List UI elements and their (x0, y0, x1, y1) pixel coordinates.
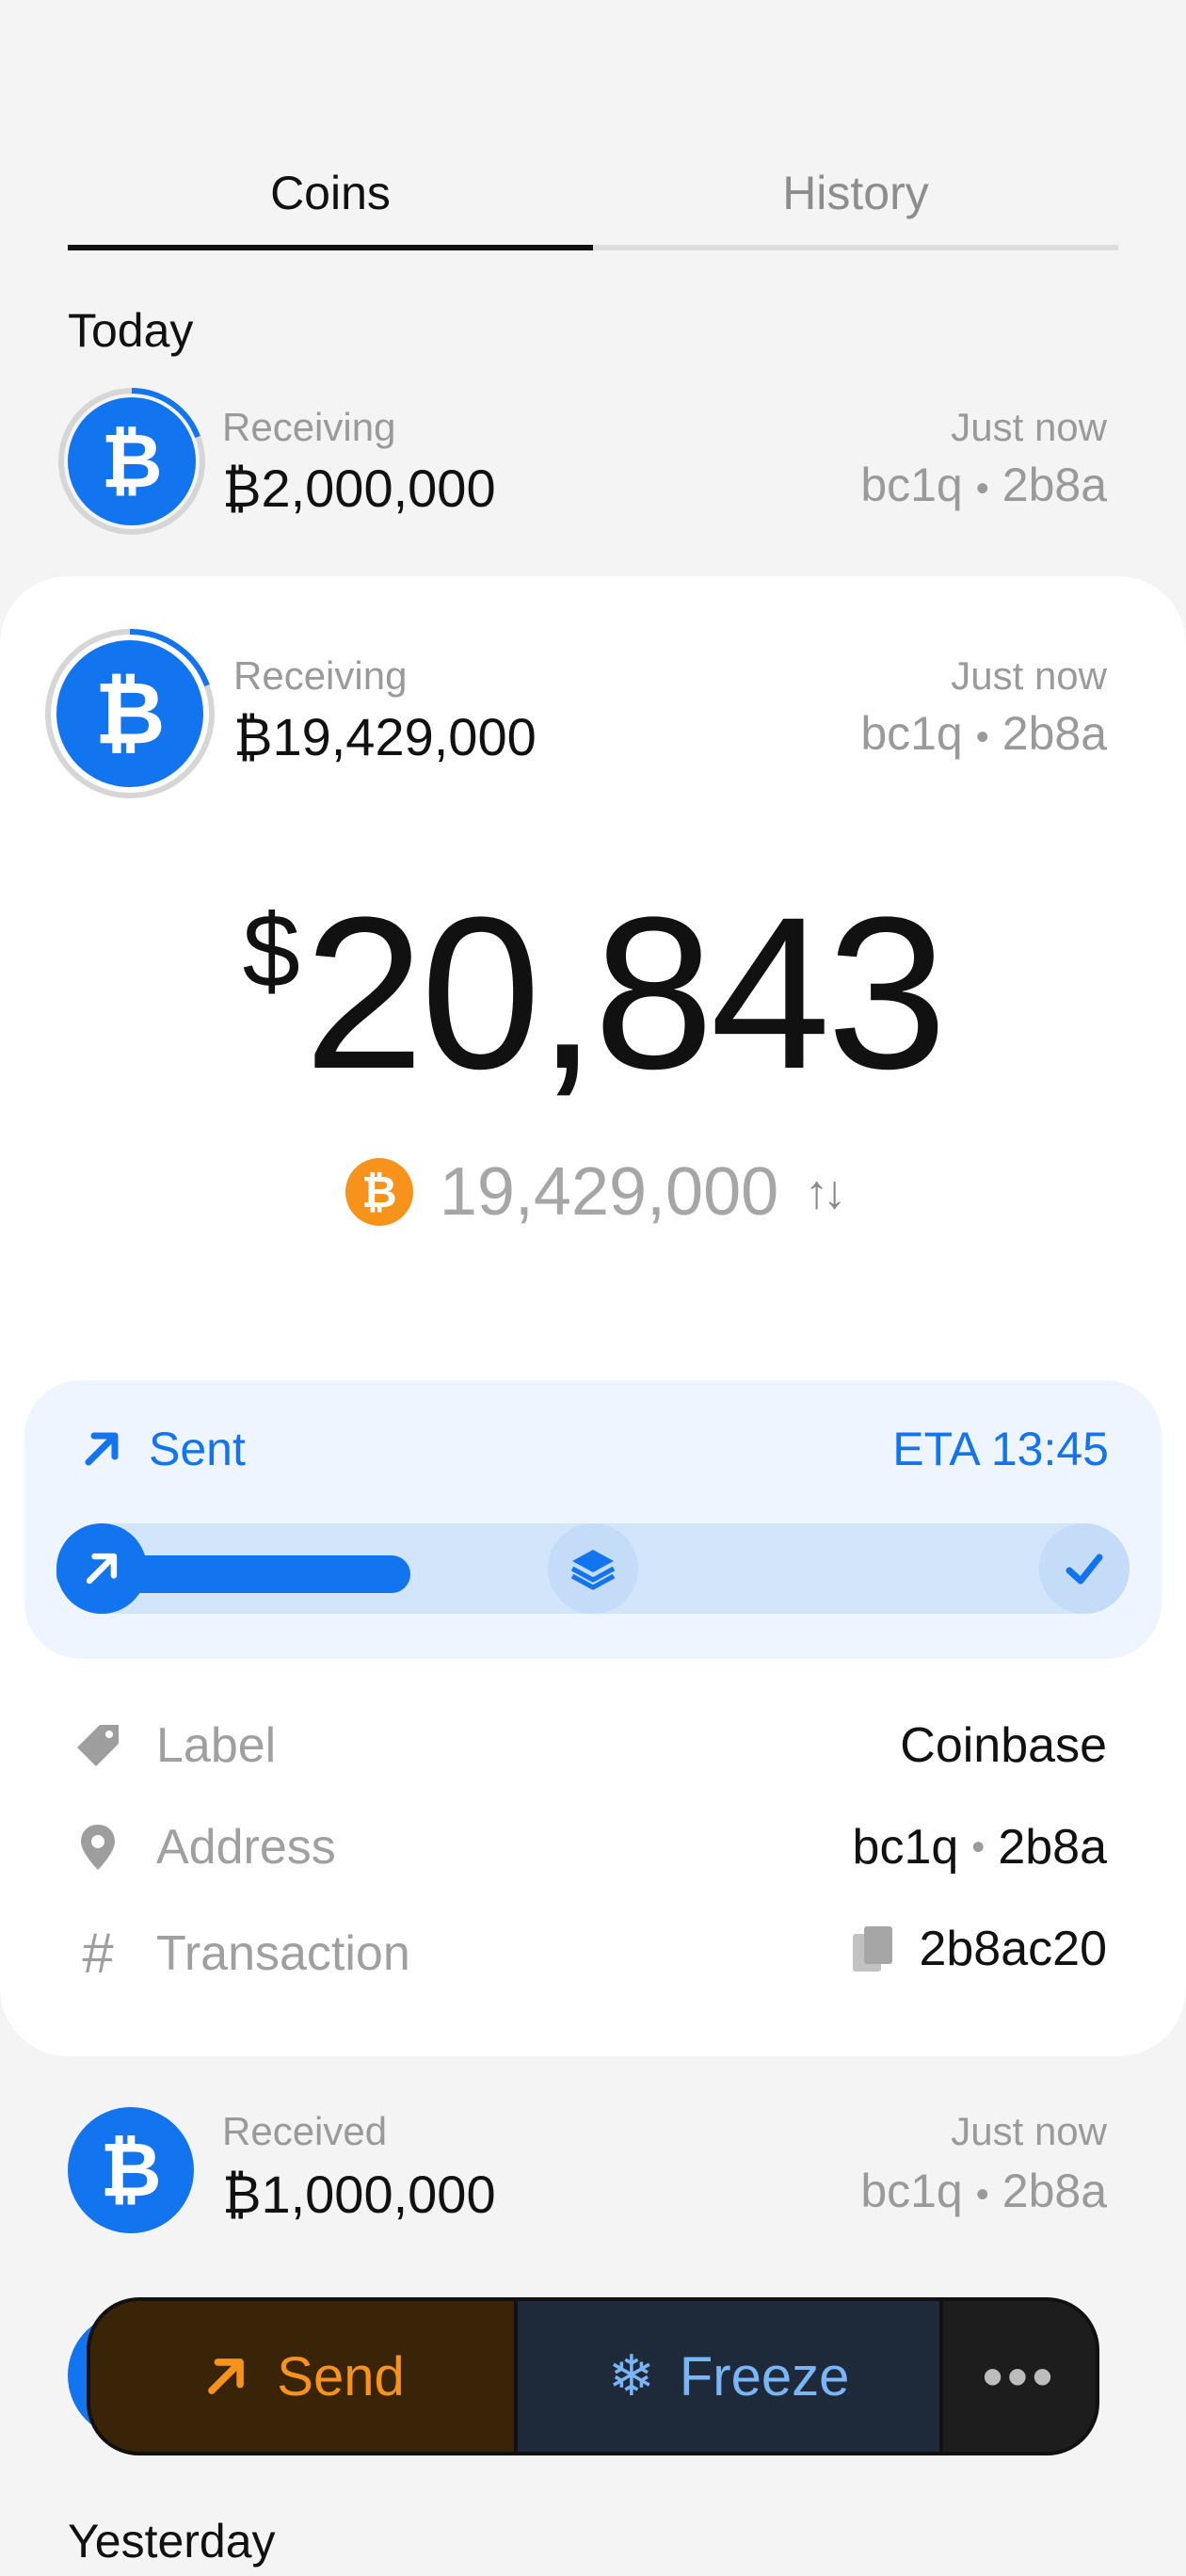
row-time: Just now (951, 653, 1107, 698)
status-panel: Sent ETA 13:45 (24, 1380, 1162, 1659)
bitcoin-icon: ₿ (56, 640, 203, 787)
address-prefix: bc1q (860, 459, 963, 511)
arrow-up-right-icon (208, 2359, 245, 2394)
detail-transaction-name: # Transaction (72, 1921, 410, 1986)
address-suffix: 2b8a (1002, 2165, 1107, 2217)
transaction-field-value: 2b8ac20 (849, 1921, 1107, 1977)
arrow-up-right-icon (85, 1432, 119, 1466)
send-button[interactable]: Send (90, 2301, 518, 2452)
detail-label-name: Label (72, 1717, 276, 1774)
separator-icon: • (971, 1826, 986, 1868)
freeze-button[interactable]: ❄ Freeze (518, 2301, 943, 2452)
separator-icon: • (975, 468, 989, 509)
more-icon: ••• (982, 2343, 1057, 2410)
copy-icon[interactable] (849, 1923, 898, 1975)
hash-icon: # (82, 1922, 114, 1985)
arrow-up-right-icon (86, 1553, 118, 1585)
detail-address-name: Address (72, 1819, 336, 1876)
address-field-name: Address (156, 1820, 336, 1875)
address-prefix: bc1q (860, 2165, 963, 2217)
transaction-row[interactable]: ₿ Received ₿1,000,000 Just now bc1q • 2b8a (0, 2100, 1186, 2260)
layers-icon (570, 1550, 616, 1590)
label-field-name: Label (156, 1718, 277, 1773)
row-time: Just now (951, 405, 1107, 449)
address-prefix: bc1q (860, 707, 963, 760)
section-today: Today (68, 304, 194, 357)
btc-amount-toggle[interactable]: ₿ 19,429,000 ↑↓ (0, 1153, 1186, 1231)
transaction-row[interactable]: ₿ Receiving ₿2,000,000 Just now bc1q • 2b8… (0, 377, 1186, 546)
tab-bar: Coins History (68, 141, 1118, 250)
more-button[interactable]: ••• (943, 2301, 1096, 2452)
transaction-field-name: Transaction (156, 1925, 410, 1981)
row-address: bc1q • 2b8a (860, 706, 1107, 761)
mempool-node-icon (548, 1523, 638, 1614)
label-field-value: Coinbase (900, 1718, 1107, 1773)
swap-arrows-icon: ↑↓ (805, 1166, 846, 1218)
address-suffix: 2b8a (998, 1820, 1107, 1875)
transaction-row-expanded[interactable]: ₿ Receiving ₿19,429,000 Just now bc1q • 2b… (0, 621, 1186, 810)
btc-value: 19,429,000 (439, 1154, 779, 1230)
section-yesterday: Yesterday (68, 2515, 276, 2568)
detail-row-label[interactable]: Label Coinbase (0, 1710, 1186, 1785)
snowflake-icon: ❄ (607, 2344, 655, 2407)
separator-icon: • (975, 2174, 989, 2215)
row-amount: ₿2,000,000 (222, 459, 496, 518)
action-bar: Send ❄ Freeze ••• (87, 2297, 1099, 2455)
row-amount: ₿19,429,000 (233, 707, 537, 766)
bitcoin-orange-icon: ₿ (345, 1158, 413, 1226)
tag-icon (77, 1725, 119, 1766)
status-text: Sent (149, 1423, 246, 1475)
confirmed-node-icon (1039, 1523, 1130, 1614)
currency-symbol: $ (242, 894, 300, 1009)
location-pin-icon (81, 1825, 115, 1870)
sent-node-icon (56, 1523, 147, 1614)
address-field-value: bc1q • 2b8a (853, 1819, 1107, 1876)
row-address: bc1q • 2b8a (860, 2164, 1107, 2218)
bitcoin-icon: ₿ (68, 397, 196, 525)
row-amount: ₿1,000,000 (222, 2165, 496, 2224)
separator-icon: • (975, 716, 989, 758)
row-status: Receiving (233, 653, 408, 698)
address-suffix: 2b8a (1002, 459, 1107, 511)
address-suffix: 2b8a (1002, 707, 1107, 760)
detail-row-transaction[interactable]: # Transaction 2b8ac20 (0, 1913, 1186, 1988)
row-address: bc1q • 2b8a (860, 458, 1107, 512)
status-label: Sent (77, 1422, 246, 1476)
address-prefix: bc1q (852, 1820, 959, 1875)
transaction-id: 2b8ac20 (919, 1922, 1107, 1976)
usd-amount: $20,843 (0, 885, 1186, 1102)
tab-coins[interactable]: Coins (68, 141, 593, 250)
row-time: Just now (951, 2109, 1107, 2153)
checkmark-icon (1066, 1554, 1103, 1585)
usd-value: 20,843 (303, 872, 947, 1114)
bitcoin-icon: ₿ (68, 2107, 194, 2233)
row-status: Received (222, 2109, 388, 2153)
detail-row-address[interactable]: Address bc1q • 2b8a (0, 1811, 1186, 1887)
status-eta: ETA 13:45 (892, 1423, 1109, 1475)
row-status: Receiving (222, 405, 396, 449)
tab-history[interactable]: History (593, 141, 1118, 250)
freeze-label: Freeze (679, 2345, 850, 2407)
send-label: Send (277, 2345, 405, 2407)
